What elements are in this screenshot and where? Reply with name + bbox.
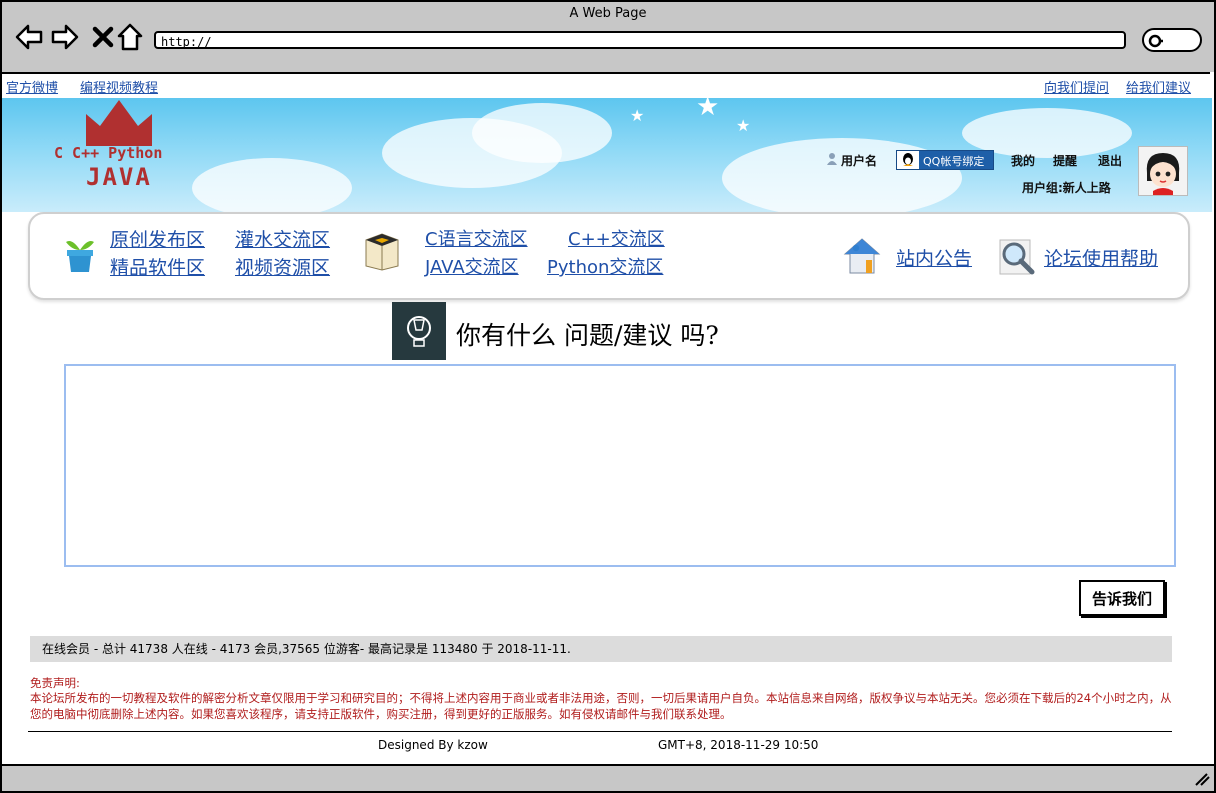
lightbulb-icon xyxy=(392,302,446,360)
magnifier-icon xyxy=(999,239,1035,275)
back-arrow-icon[interactable] xyxy=(14,22,44,52)
forward-arrow-icon[interactable] xyxy=(50,22,80,52)
top-links-bar xyxy=(2,72,1210,100)
footer-divider xyxy=(28,731,1172,732)
nav-announcement[interactable]: 站内公告 xyxy=(896,244,972,271)
video-tutorial-link[interactable]: 编程视频教程 xyxy=(80,77,158,96)
nav-python[interactable]: Python交流区 xyxy=(547,253,663,279)
user-icon xyxy=(827,153,837,165)
resize-grip-icon[interactable] xyxy=(1194,772,1210,786)
my-link[interactable]: 我的 xyxy=(1011,152,1035,169)
avatar[interactable] xyxy=(1138,146,1188,196)
question-textarea[interactable] xyxy=(64,364,1176,567)
question-title: 你有什么 问题/建议 吗? xyxy=(456,321,719,350)
disclaimer-title: 免责声明: xyxy=(30,676,80,690)
weibo-link[interactable]: 官方微博 xyxy=(6,77,58,96)
star: ★ xyxy=(736,116,751,135)
nav-video[interactable]: 视频资源区 xyxy=(235,253,330,280)
disclaimer-body: 本论坛所发布的一切教程及软件的解密分析文章仅限用于学习和研究目的；不得将上述内容… xyxy=(30,691,1172,721)
window-title: A Web Page xyxy=(569,6,647,21)
ask-us-link[interactable]: 向我们提问 xyxy=(1044,77,1109,96)
qq-bind-label: QQ帐号绑定 xyxy=(923,155,985,168)
server-time: GMT+8, 2018-11-29 10:50 xyxy=(658,738,819,752)
logo-crown xyxy=(86,100,152,146)
star: ★ xyxy=(630,106,645,125)
nav-cpp[interactable]: C++交流区 xyxy=(568,225,665,251)
remind-link[interactable]: 提醒 xyxy=(1053,152,1077,169)
house-icon xyxy=(843,238,881,274)
qq-bind-button[interactable]: QQ帐号绑定 xyxy=(896,150,994,170)
home-icon[interactable] xyxy=(115,22,145,52)
nav-help[interactable]: 论坛使用帮助 xyxy=(1044,244,1158,271)
user-group: 用户组:新人上路 xyxy=(1022,181,1111,195)
box-icon xyxy=(365,233,399,271)
designed-by: Designed By kzow xyxy=(378,738,488,752)
qq-penguin-icon xyxy=(897,151,919,169)
nav-java[interactable]: JAVA交流区 xyxy=(425,253,519,279)
logo-languages: C C++ Python xyxy=(54,144,163,162)
search-icon xyxy=(1148,34,1163,48)
browser-status-bar xyxy=(0,764,1216,793)
online-stats: 在线会员 - 总计 41738 人在线 - 4173 会员,37565 位游客-… xyxy=(30,636,1172,662)
address-bar[interactable]: http:// xyxy=(154,31,1126,49)
nav-original-release[interactable]: 原创发布区 xyxy=(110,225,205,252)
nav-c-language[interactable]: C语言交流区 xyxy=(425,225,528,251)
nav-chat[interactable]: 灌水交流区 xyxy=(235,225,330,252)
browser-search-box[interactable] xyxy=(1142,28,1202,52)
logout-link[interactable]: 退出 xyxy=(1098,152,1122,169)
cloud xyxy=(472,103,612,163)
cloud xyxy=(192,158,352,212)
logo-java: JAVA xyxy=(86,163,152,191)
nav-software[interactable]: 精品软件区 xyxy=(110,253,205,280)
plant-pot-icon xyxy=(66,241,94,272)
username-link[interactable]: 用户名 xyxy=(841,152,877,169)
suggest-link[interactable]: 给我们建议 xyxy=(1126,77,1191,96)
submit-button[interactable]: 告诉我们 xyxy=(1079,580,1165,616)
star: ★ xyxy=(696,98,720,122)
